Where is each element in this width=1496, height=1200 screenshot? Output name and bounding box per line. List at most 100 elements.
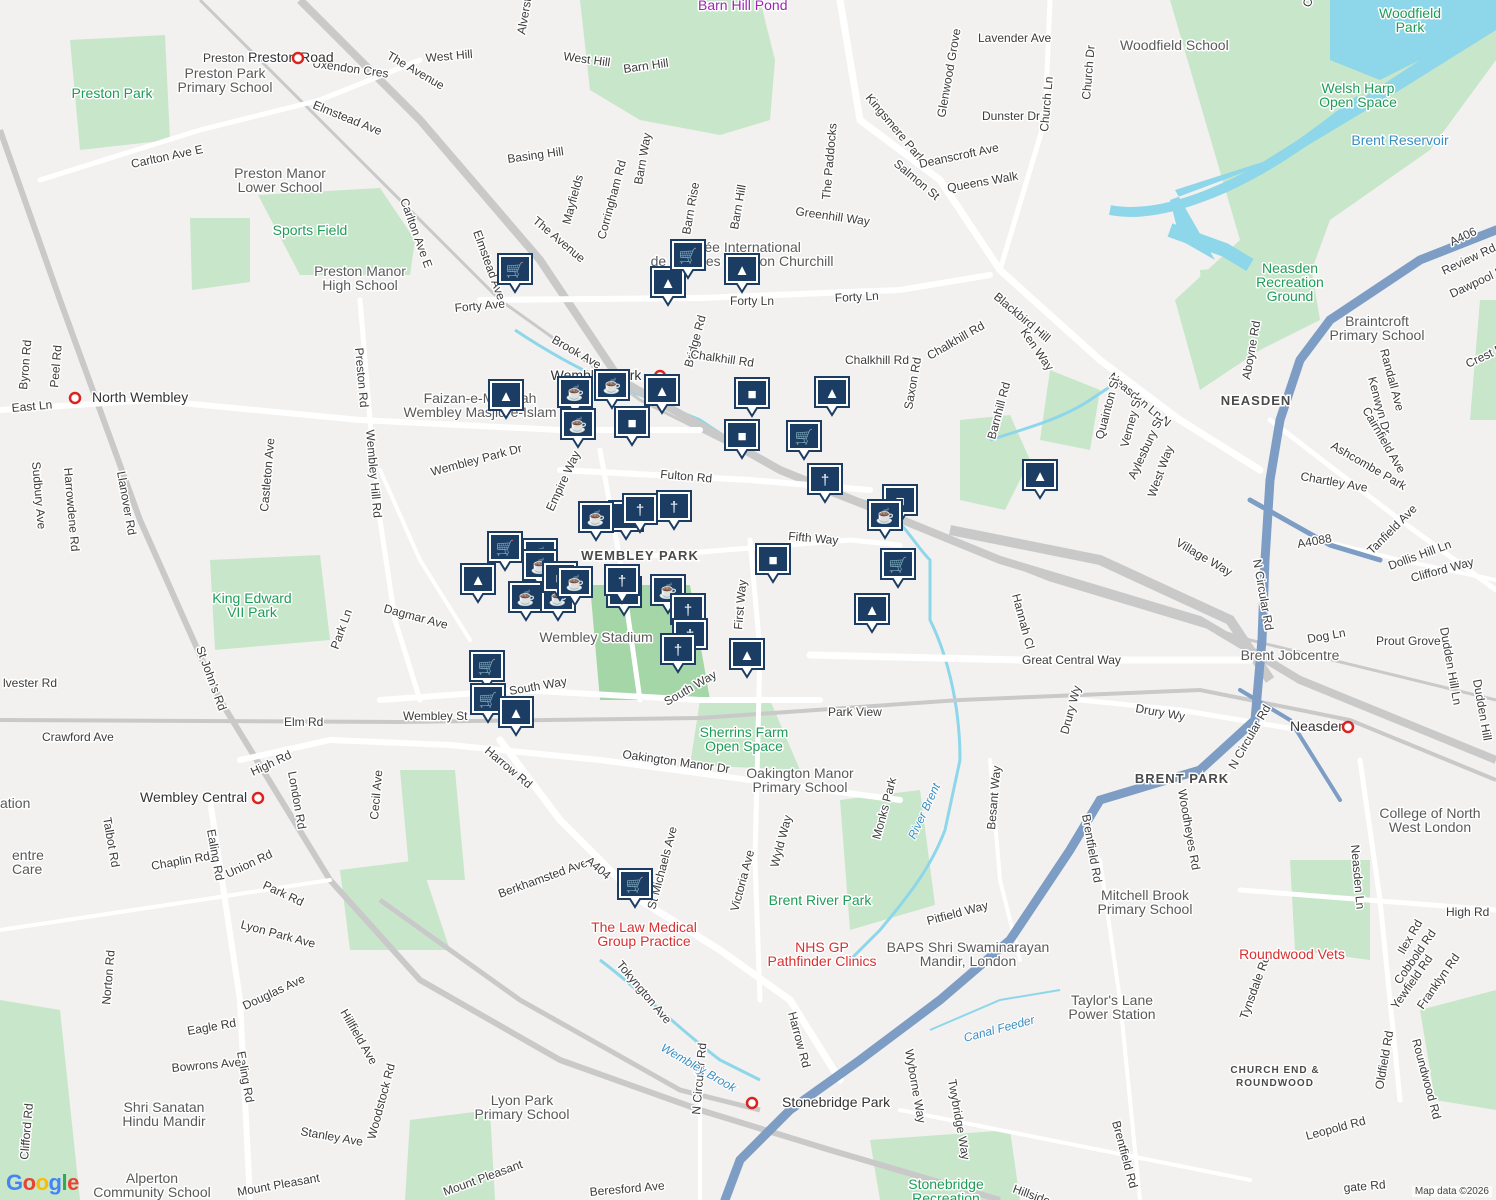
cafe-icon: ☕ — [603, 376, 622, 395]
place-faizan[interactable]: Faizan-e-Madinah Wembley Masjid-e-Islam — [402, 389, 558, 422]
school-icon: ▲ — [740, 647, 755, 664]
area-label-brent-park-area: BRENT PARK — [1135, 771, 1229, 786]
road-label-sylvester-rd: lvester Rd — [3, 676, 57, 690]
place-label: Brent River Park — [769, 892, 873, 908]
station-preston-road-stn[interactable]: Preston Road — [247, 48, 336, 67]
station-label: Neasden — [1290, 718, 1346, 734]
place-label: Mitchell Brook Primary School — [1098, 887, 1193, 917]
school-icon: ▲ — [865, 602, 880, 619]
school-icon: ▲ — [655, 383, 670, 400]
cafe-icon: ☕ — [566, 383, 585, 402]
place-shri-sanatan[interactable]: Shri Sanatan Hindu Mandir — [121, 1098, 208, 1131]
place-label: Preston Manor High School — [314, 263, 406, 293]
shop-icon: ■ — [768, 552, 777, 569]
place-preston-manor-lower[interactable]: Preston Manor Lower School — [233, 164, 328, 197]
road-label-forty-ln-1: Forty Ln — [730, 294, 774, 308]
cafe-icon: ☕ — [517, 588, 536, 607]
place-label: Shri Sanatan Hindu Mandir — [122, 1099, 206, 1129]
school-icon: ▲ — [471, 572, 486, 589]
place-label: Faizan-e-Madinah Wembley Masjid-e-Islam — [404, 390, 557, 420]
road-label-forty-ln-2: Forty Ln — [834, 289, 879, 305]
road-label-lavender-ave: Lavender Ave — [978, 31, 1051, 45]
road-label-dunster-dr: Dunster Dr — [982, 109, 1040, 123]
station-wembley-central-stn[interactable]: Wembley Central — [139, 788, 265, 807]
underground-roundel-icon — [1341, 720, 1355, 734]
place-label: Preston Park — [72, 85, 154, 101]
station-label: Stonebridge Park — [782, 1094, 891, 1110]
cafe-icon: ☕ — [876, 506, 895, 525]
place-roundwood-vets[interactable]: Roundwood Vets — [1238, 945, 1347, 964]
school-icon: ▲ — [825, 385, 840, 402]
place-label: College of North West London — [1379, 805, 1480, 835]
shop-icon: ■ — [747, 386, 756, 403]
place-woodfield-school[interactable]: Woodfield School — [1119, 36, 1231, 55]
place-sherrins-farm[interactable]: Sherrins Farm Open Space — [698, 723, 790, 756]
underground-roundel-icon — [291, 51, 305, 65]
place-label: Taylor's Lane Power Station — [1068, 992, 1155, 1022]
place-brent-reservoir[interactable]: Brent Reservoir — [1350, 131, 1451, 150]
road-label-chalkhill-rd-2: Chalkhill Rd — [845, 353, 909, 367]
place-sports-field[interactable]: Sports Field — [271, 221, 349, 240]
place-brent-jobcentre[interactable]: Brent Jobcentre — [1239, 646, 1341, 665]
place-mitchell-brook[interactable]: Mitchell Brook Primary School — [1096, 886, 1194, 919]
google-logo[interactable]: Google — [6, 1170, 79, 1196]
place-label: Roundwood Vets — [1239, 946, 1345, 962]
school-icon: ▲ — [509, 705, 524, 722]
shop-icon: ■ — [627, 415, 636, 432]
place-wembley-stadium[interactable]: Wembley Stadium — [538, 628, 654, 647]
road-label-park-view: Park View — [828, 705, 882, 719]
place-centre-care[interactable]: entre Care — [11, 846, 46, 879]
restaurant-icon: † — [618, 573, 626, 590]
station-label: Preston Road — [248, 49, 334, 65]
road-label-crawford-ave: Crawford Ave — [42, 730, 114, 744]
map-canvas[interactable]: Preston Road Uxendon CresThe AvenueWest H… — [0, 0, 1496, 1200]
grocery-icon: 🛒 — [889, 556, 908, 574]
map-attribution[interactable]: Map data ©2026 — [1411, 1186, 1492, 1197]
shop-icon: ■ — [737, 428, 746, 445]
place-label: Preston Manor Lower School — [234, 165, 326, 195]
station-neasden-stn[interactable]: Neasden — [1289, 717, 1355, 736]
road-label-wembley-st: Wembley St — [403, 709, 468, 723]
place-brent-river-park[interactable]: Brent River Park — [767, 891, 874, 910]
grocery-icon: 🛒 — [478, 658, 497, 676]
grocery-icon: 🛒 — [506, 261, 525, 279]
place-label: Wembley Stadium — [539, 629, 652, 645]
station-label: North Wembley — [92, 389, 188, 405]
place-college-north-west[interactable]: College of North West London — [1378, 804, 1482, 837]
place-label: Welsh Harp Open Space — [1319, 80, 1397, 110]
place-label: Sports Field — [273, 222, 348, 238]
restaurant-icon: † — [674, 642, 682, 659]
place-label: Sherrins Farm Open Space — [700, 724, 789, 754]
place-welsh-harp[interactable]: Welsh Harp Open Space — [1318, 79, 1399, 112]
place-label: The Law Medical Group Practice — [591, 919, 697, 949]
place-wembley-central-edge[interactable]: ation — [0, 794, 32, 813]
road-label-prout-grove: Prout Grove — [1376, 634, 1441, 648]
road-label-elm-rd: Elm Rd — [284, 715, 323, 729]
cafe-icon: ☕ — [587, 508, 606, 527]
place-law-medical[interactable]: The Law Medical Group Practice — [590, 918, 699, 951]
place-taylors-lane[interactable]: Taylor's Lane Power Station — [1067, 991, 1157, 1024]
place-oakington-manor[interactable]: Oakington Manor Primary School — [745, 764, 856, 797]
place-preston-park-school[interactable]: Preston Park Primary School — [176, 64, 274, 97]
place-preston-manor-high[interactable]: Preston Manor High School — [313, 262, 408, 295]
station-label: Wembley Central — [140, 789, 247, 805]
restaurant-icon: † — [684, 602, 692, 619]
underground-roundel-icon — [745, 1096, 759, 1110]
grocery-icon: 🛒 — [679, 247, 698, 265]
grocery-icon: 🛒 — [795, 428, 814, 446]
restaurant-icon: † — [821, 472, 829, 489]
place-label: entre Care — [12, 847, 44, 877]
grocery-icon: 🛒 — [496, 539, 515, 557]
road-label-great-central-way: Great Central Way — [1022, 653, 1121, 667]
place-label: Stonebridge Recreation — [908, 1176, 984, 1200]
place-preston-park[interactable]: Preston Park — [70, 84, 155, 103]
place-barn-hill-pond[interactable]: Barn Hill Pond — [697, 0, 790, 15]
place-stonebridge-rec[interactable]: Stonebridge Recreation — [907, 1175, 986, 1200]
area-label-neasden-area: NEASDEN — [1221, 393, 1292, 408]
place-label: Brent Jobcentre — [1241, 647, 1340, 663]
area-label-wembley-park-area: WEMBLEY PARK — [581, 548, 699, 563]
cafe-icon: ☕ — [569, 415, 588, 434]
school-icon: ▲ — [735, 262, 750, 279]
sports-field-area-2 — [190, 218, 250, 290]
school-icon: ▲ — [499, 388, 514, 405]
